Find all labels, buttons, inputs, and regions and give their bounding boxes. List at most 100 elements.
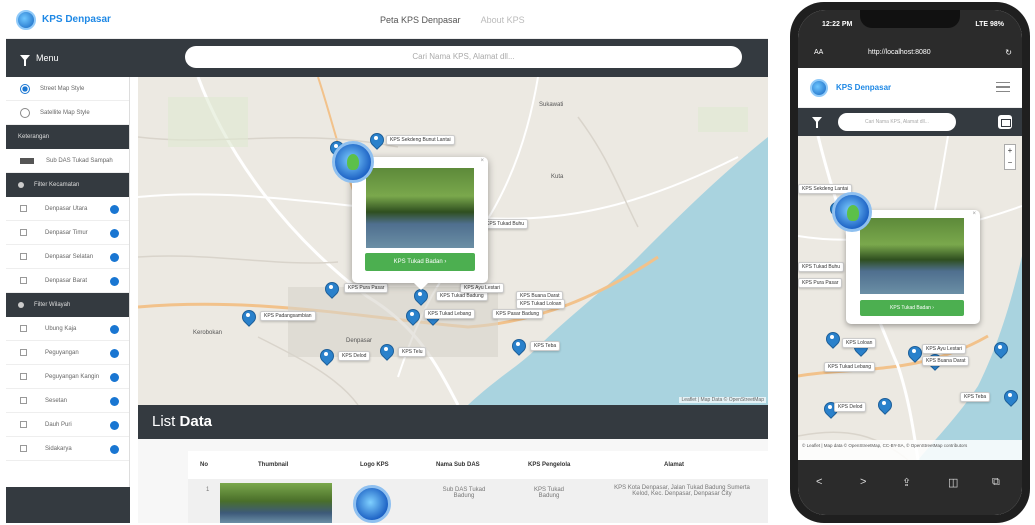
- checkbox[interactable]: [20, 373, 27, 380]
- marker-label[interactable]: KPS Sekdeng Bunut Lantai: [386, 135, 455, 145]
- phone-navbar: KPS Denpasar: [798, 68, 1022, 108]
- marker-label[interactable]: KPS Telu: [398, 347, 427, 357]
- kps-logo-marker-icon[interactable]: [832, 192, 872, 232]
- marker-label[interactable]: KPS Pasar Badung: [492, 309, 544, 319]
- filter-icon[interactable]: [812, 117, 822, 128]
- kps-marker-icon[interactable]: [320, 349, 332, 365]
- basemap-street-option[interactable]: Street Map Style: [6, 77, 129, 101]
- search-input[interactable]: Cari Nama KPS, Alamat dll...: [838, 113, 956, 131]
- map-attribution[interactable]: © Leaflet | Map data © OpenStreetMap, CC…: [798, 440, 1022, 460]
- zoom-in-button[interactable]: +: [1005, 145, 1015, 157]
- filter-wilayah-item[interactable]: Sesetan: [6, 389, 129, 413]
- kps-marker-icon[interactable]: [325, 282, 337, 298]
- kps-marker-icon[interactable]: [908, 346, 920, 362]
- marker-label[interactable]: KPS Delod: [834, 402, 867, 412]
- kps-marker-icon[interactable]: [878, 398, 890, 414]
- bookmarks-icon[interactable]: ◫: [948, 476, 958, 489]
- back-icon[interactable]: <: [816, 476, 822, 488]
- filter-kecamatan-item[interactable]: Denpasar Timur: [6, 221, 129, 245]
- marker-label[interactable]: KPS Loloan: [842, 338, 877, 348]
- status-signal: LTE 98%: [975, 21, 1004, 28]
- hamburger-menu-icon[interactable]: [996, 82, 1010, 92]
- kps-marker-icon[interactable]: [370, 133, 382, 149]
- filter-wilayah-item[interactable]: Ubung Kaja: [6, 317, 129, 341]
- kps-marker-icon[interactable]: [512, 339, 524, 355]
- basemap-satellite-option[interactable]: Satellite Map Style: [6, 101, 129, 125]
- marker-label[interactable]: KPS Ayu Lestari: [460, 283, 505, 293]
- marker-label[interactable]: KPS Delod: [338, 351, 371, 361]
- brand-name[interactable]: KPS Denpasar: [836, 83, 891, 92]
- filter-wilayah-item[interactable]: Dauh Puri: [6, 413, 129, 437]
- filter-wilayah-item[interactable]: Peguyangan Kangin: [6, 365, 129, 389]
- table-row[interactable]: 1 Sub DAS Tukad Badung KPS Tukad Badung …: [188, 479, 768, 523]
- share-icon[interactable]: ⇪: [902, 476, 911, 489]
- reload-icon[interactable]: ↻: [1005, 48, 1012, 57]
- checkbox[interactable]: [20, 445, 27, 452]
- map-view[interactable]: Kuta Sukawati Kerobokan Denpasar KPS Sek…: [138, 77, 768, 405]
- brand-name[interactable]: KPS Denpasar: [42, 14, 111, 25]
- marker-label[interactable]: KPS Tukad Loloan: [516, 299, 566, 309]
- marker-label[interactable]: KPS Tukad Buhu: [798, 262, 845, 272]
- marker-label[interactable]: KPS Padangsambian: [260, 311, 316, 321]
- kps-marker-icon[interactable]: [242, 310, 254, 326]
- kps-popup: × KPS Tukad Badan ›: [846, 210, 980, 324]
- radio-selected-icon[interactable]: [20, 83, 30, 94]
- zoom-out-button[interactable]: −: [1005, 157, 1015, 169]
- filter-kecamatan-item[interactable]: Denpasar Selatan: [6, 245, 129, 269]
- filter-label: Sidakarya: [45, 445, 72, 452]
- forward-icon[interactable]: >: [860, 476, 866, 488]
- checkbox[interactable]: [20, 277, 27, 284]
- checkbox[interactable]: [20, 253, 27, 260]
- checkbox[interactable]: [20, 325, 27, 332]
- nav-link-peta[interactable]: Peta KPS Denpasar: [380, 15, 461, 25]
- kps-marker-icon[interactable]: [994, 342, 1006, 358]
- popup-photo: [366, 168, 474, 248]
- close-icon[interactable]: ×: [480, 158, 484, 164]
- checkbox[interactable]: [20, 229, 27, 236]
- bullet-icon: [18, 182, 24, 188]
- address-url[interactable]: http://localhost:8080: [868, 49, 931, 56]
- checkbox[interactable]: [20, 205, 27, 212]
- marker-label[interactable]: KPS Pura Pasar: [344, 283, 389, 293]
- filter-wilayah-item[interactable]: Peguyangan: [6, 341, 129, 365]
- popup-detail-button[interactable]: KPS Tukad Badan ›: [860, 300, 964, 316]
- popup-detail-button[interactable]: KPS Tukad Badan ›: [365, 253, 475, 271]
- kps-marker-icon[interactable]: [1004, 390, 1016, 406]
- kps-logo-icon[interactable]: [810, 79, 828, 97]
- row-pengelola: KPS Tukad Badung: [533, 487, 565, 499]
- filter-kecamatan-item[interactable]: Denpasar Utara: [6, 197, 129, 221]
- nav-link-about[interactable]: About KPS: [481, 15, 525, 25]
- marker-label[interactable]: KPS Teba: [530, 341, 561, 351]
- phone-map-view[interactable]: + − KPS Sekdeng Lantai KPS Tukad Buhu KP…: [798, 136, 1022, 460]
- filter-wilayah-item[interactable]: Sidakarya: [6, 437, 129, 461]
- map-attribution[interactable]: Leaflet | Map Data © OpenStreetMap: [679, 397, 766, 403]
- phone-search-toolbar: Cari Nama KPS, Alamat dll...: [798, 108, 1022, 136]
- checkbox[interactable]: [20, 421, 27, 428]
- filter-kecamatan-item[interactable]: Denpasar Barat: [6, 269, 129, 293]
- marker-label[interactable]: KPS Tukad Lebang: [424, 309, 476, 319]
- kps-marker-icon[interactable]: [826, 332, 838, 348]
- kps-marker-icon[interactable]: [414, 289, 426, 305]
- tabs-icon[interactable]: ⧉: [992, 476, 1000, 489]
- kps-marker-icon[interactable]: [406, 309, 418, 325]
- checkbox[interactable]: [20, 397, 27, 404]
- marker-label[interactable]: KPS Buana Darat: [922, 356, 970, 366]
- radio-icon[interactable]: [20, 107, 30, 118]
- search-input[interactable]: Cari Nama KPS, Alamat dll...: [185, 46, 742, 68]
- kps-logo-icon[interactable]: [16, 10, 36, 30]
- marker-label[interactable]: KPS Tukad Lebang: [824, 362, 876, 372]
- close-icon[interactable]: ×: [972, 211, 976, 217]
- kps-marker-icon[interactable]: [380, 344, 392, 360]
- calendar-icon[interactable]: [998, 115, 1012, 129]
- marker-label[interactable]: KPS Tukad Buhu: [482, 219, 529, 229]
- checkbox[interactable]: [20, 349, 27, 356]
- reader-aa-button[interactable]: AA: [814, 49, 823, 56]
- zoom-control[interactable]: + −: [1004, 144, 1016, 170]
- menu-button[interactable]: Menu: [20, 49, 67, 67]
- kps-logo-marker-icon[interactable]: [332, 141, 374, 183]
- info-badge-icon: [110, 277, 119, 286]
- browser-address-bar[interactable]: AA http://localhost:8080 ↻: [798, 40, 1022, 68]
- marker-label[interactable]: KPS Ayu Lestari: [922, 344, 967, 354]
- marker-label[interactable]: KPS Teba: [960, 392, 991, 402]
- marker-label[interactable]: KPS Pura Pasar: [798, 278, 843, 288]
